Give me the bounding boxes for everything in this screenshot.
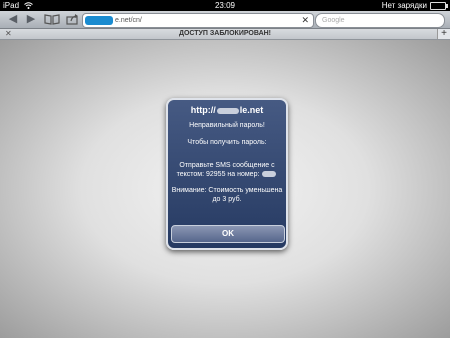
page-content: http:// le.net Неправильный пароль! Чтобы… [0,40,450,338]
alert-title-suffix: le.net [239,105,264,115]
warning-line-1: Внимание: Стоимость уменьшена [171,187,283,194]
redacted-domain [216,107,239,114]
browser-toolbar: ◀ ▶ e.net/cn/ ✕ Google [0,11,450,29]
redacted-number [262,171,277,178]
tab-title[interactable]: ДОСТУП ЗАБЛОКИРОВАН! [0,29,450,39]
alert-message-warning: Внимание: Стоимость уменьшена до 3 руб. [170,186,284,204]
sms-line-2: текстом: 92955 на номер: [170,170,284,179]
alert-message-how-to: Чтобы получить пароль: [187,139,267,146]
bookmarks-button[interactable] [44,12,60,27]
sms-line-2-text: текстом: 92955 на номер: [176,171,260,178]
url-text: e.net/cn/ [115,17,142,24]
alert-title: http:// le.net [168,105,286,115]
back-button[interactable]: ◀ [7,12,19,27]
new-tab-button[interactable]: + [437,29,450,39]
forward-button[interactable]: ▶ [25,12,37,27]
back-arrow-icon: ◀ [8,13,18,25]
battery-status: Нет зарядки [381,0,448,11]
ok-button[interactable]: OK [171,225,285,243]
battery-icon [430,1,448,10]
book-icon [44,14,60,25]
status-bar: iPad 23:09 Нет зарядки [0,0,450,11]
alert-dialog: http:// le.net Неправильный пароль! Чтобы… [166,98,288,250]
forward-arrow-icon: ▶ [26,13,36,25]
warning-line-2: до 3 руб. [212,196,242,203]
search-placeholder: Google [322,17,345,24]
clear-url-icon[interactable]: ✕ [301,14,309,27]
alert-message-sms: Отправьте SMS сообщение с текстом: 92955… [170,161,284,179]
battery-label: Нет зарядки [381,1,427,10]
alert-title-prefix: http:// [190,105,216,115]
sms-line-1: Отправьте SMS сообщение с [179,162,275,169]
alert-message-wrong-password: Неправильный пароль! [189,122,265,129]
share-button[interactable] [65,12,79,27]
tab-bar: ✕ ДОСТУП ЗАБЛОКИРОВАН! + [0,29,450,40]
share-icon [65,14,78,25]
address-bar[interactable]: e.net/cn/ ✕ [82,13,314,28]
url-highlight [85,16,113,25]
search-field[interactable]: Google [315,13,445,28]
